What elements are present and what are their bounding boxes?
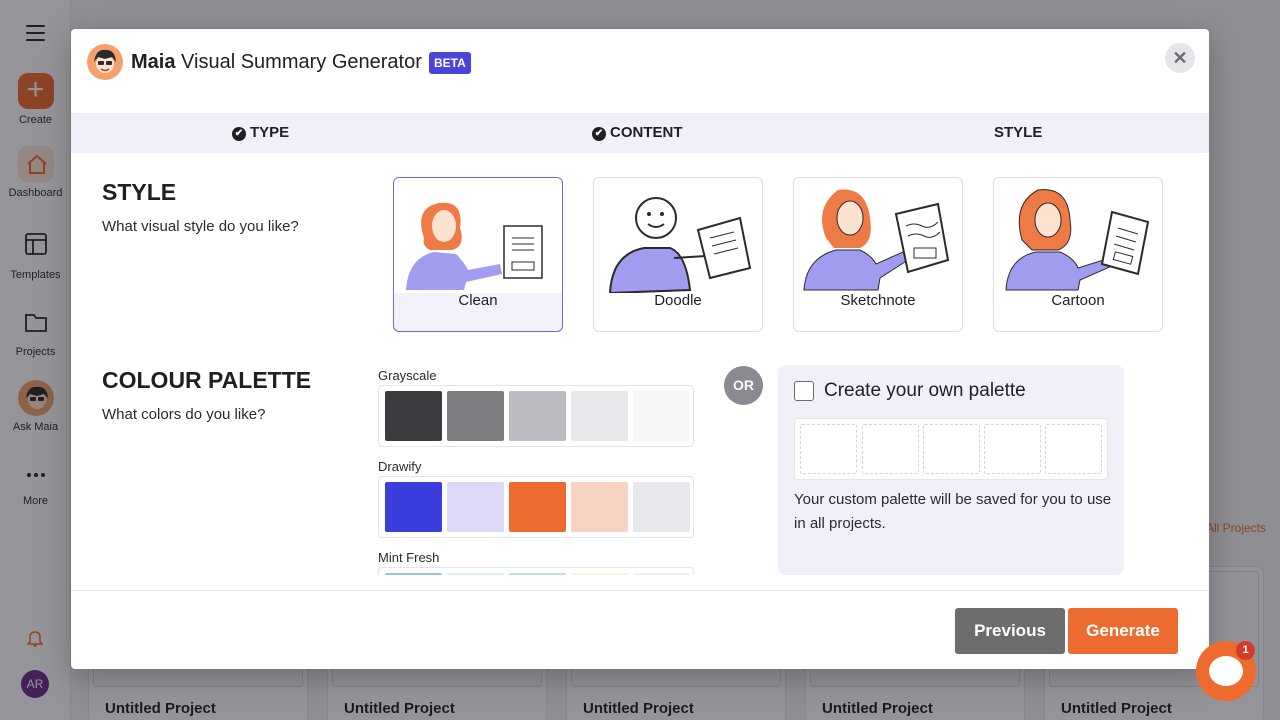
sketchnote-style-illustration [803,189,950,291]
custom-palette-panel: Create your own palette Your custom pale… [778,365,1124,575]
beta-badge: BETA [429,52,471,74]
style-option-doodle[interactable]: Doodle [593,177,763,332]
color-swatch [385,573,442,575]
empty-color-slot[interactable] [984,424,1041,474]
color-swatch [385,391,442,441]
color-swatch [571,482,628,532]
color-swatch [633,482,690,532]
palette-mint-fresh[interactable] [378,567,694,575]
empty-color-slot[interactable] [862,424,919,474]
doodle-style-illustration [608,197,752,293]
color-swatch [509,573,566,575]
previous-button[interactable]: Previous [955,608,1065,654]
chat-unread-badge: 1 [1236,641,1255,660]
footer-divider [71,590,1209,591]
color-swatch [447,482,504,532]
custom-palette-checkbox[interactable] [794,381,814,401]
style-section-subtitle: What visual style do you like? [102,218,299,235]
palette-section-title: COLOUR PALETTE [102,367,312,393]
maia-logo-icon [87,44,123,80]
close-button[interactable]: ✕ [1165,43,1195,73]
color-swatch [633,573,690,575]
style-option-cartoon[interactable]: Cartoon [993,177,1163,332]
cartoon-style-illustration [1005,189,1150,291]
palette-name: Mint Fresh [378,550,440,565]
color-swatch [509,391,566,441]
step-style[interactable]: STYLE [994,113,1042,153]
style-section-title: STYLE [102,179,177,205]
empty-color-slot[interactable] [1045,424,1102,474]
empty-color-slot[interactable] [800,424,857,474]
style-option-label: Cartoon [1051,292,1105,309]
style-option-clean[interactable]: Clean [393,177,563,332]
or-badge: OR [724,366,763,405]
generate-button[interactable]: Generate [1068,608,1178,654]
palette-name: Drawify [378,459,422,474]
check-circle-icon: ✔ [232,127,246,141]
step-content[interactable]: ✔ CONTENT [592,113,683,153]
clean-style-illustration [394,178,562,293]
check-circle-icon: ✔ [592,127,606,141]
color-swatch [571,573,628,575]
color-swatch [571,391,628,441]
style-option-label: Sketchnote [840,292,916,309]
color-swatch [447,391,504,441]
style-option-label: Clean [458,292,498,309]
custom-palette-description: Your custom palette will be saved for yo… [794,491,1112,532]
wizard-steps: ✔ TYPE ✔ CONTENT STYLE [71,113,1209,153]
palette-drawify[interactable] [378,476,694,538]
style-option-sketchnote[interactable]: Sketchnote [793,177,963,332]
chat-bubble-icon [1209,656,1243,686]
palette-name: Grayscale [378,368,437,383]
modal-title: Maia Visual Summary Generator [131,51,422,73]
step-type[interactable]: ✔ TYPE [232,113,289,153]
style-option-label: Doodle [654,292,702,309]
visual-summary-modal: Maia Visual Summary Generator BETA ✕ ✔ TY… [71,29,1209,669]
color-swatch [633,391,690,441]
palette-grayscale[interactable] [378,385,694,447]
color-swatch [385,482,442,532]
color-swatch [509,482,566,532]
empty-color-slot[interactable] [923,424,980,474]
palette-section-subtitle: What colors do you like? [102,406,266,423]
palette-mint-fresh-clip [378,567,694,575]
custom-palette-title[interactable]: Create your own palette [824,380,1026,402]
custom-palette-slots [794,418,1108,480]
color-swatch [447,573,504,575]
